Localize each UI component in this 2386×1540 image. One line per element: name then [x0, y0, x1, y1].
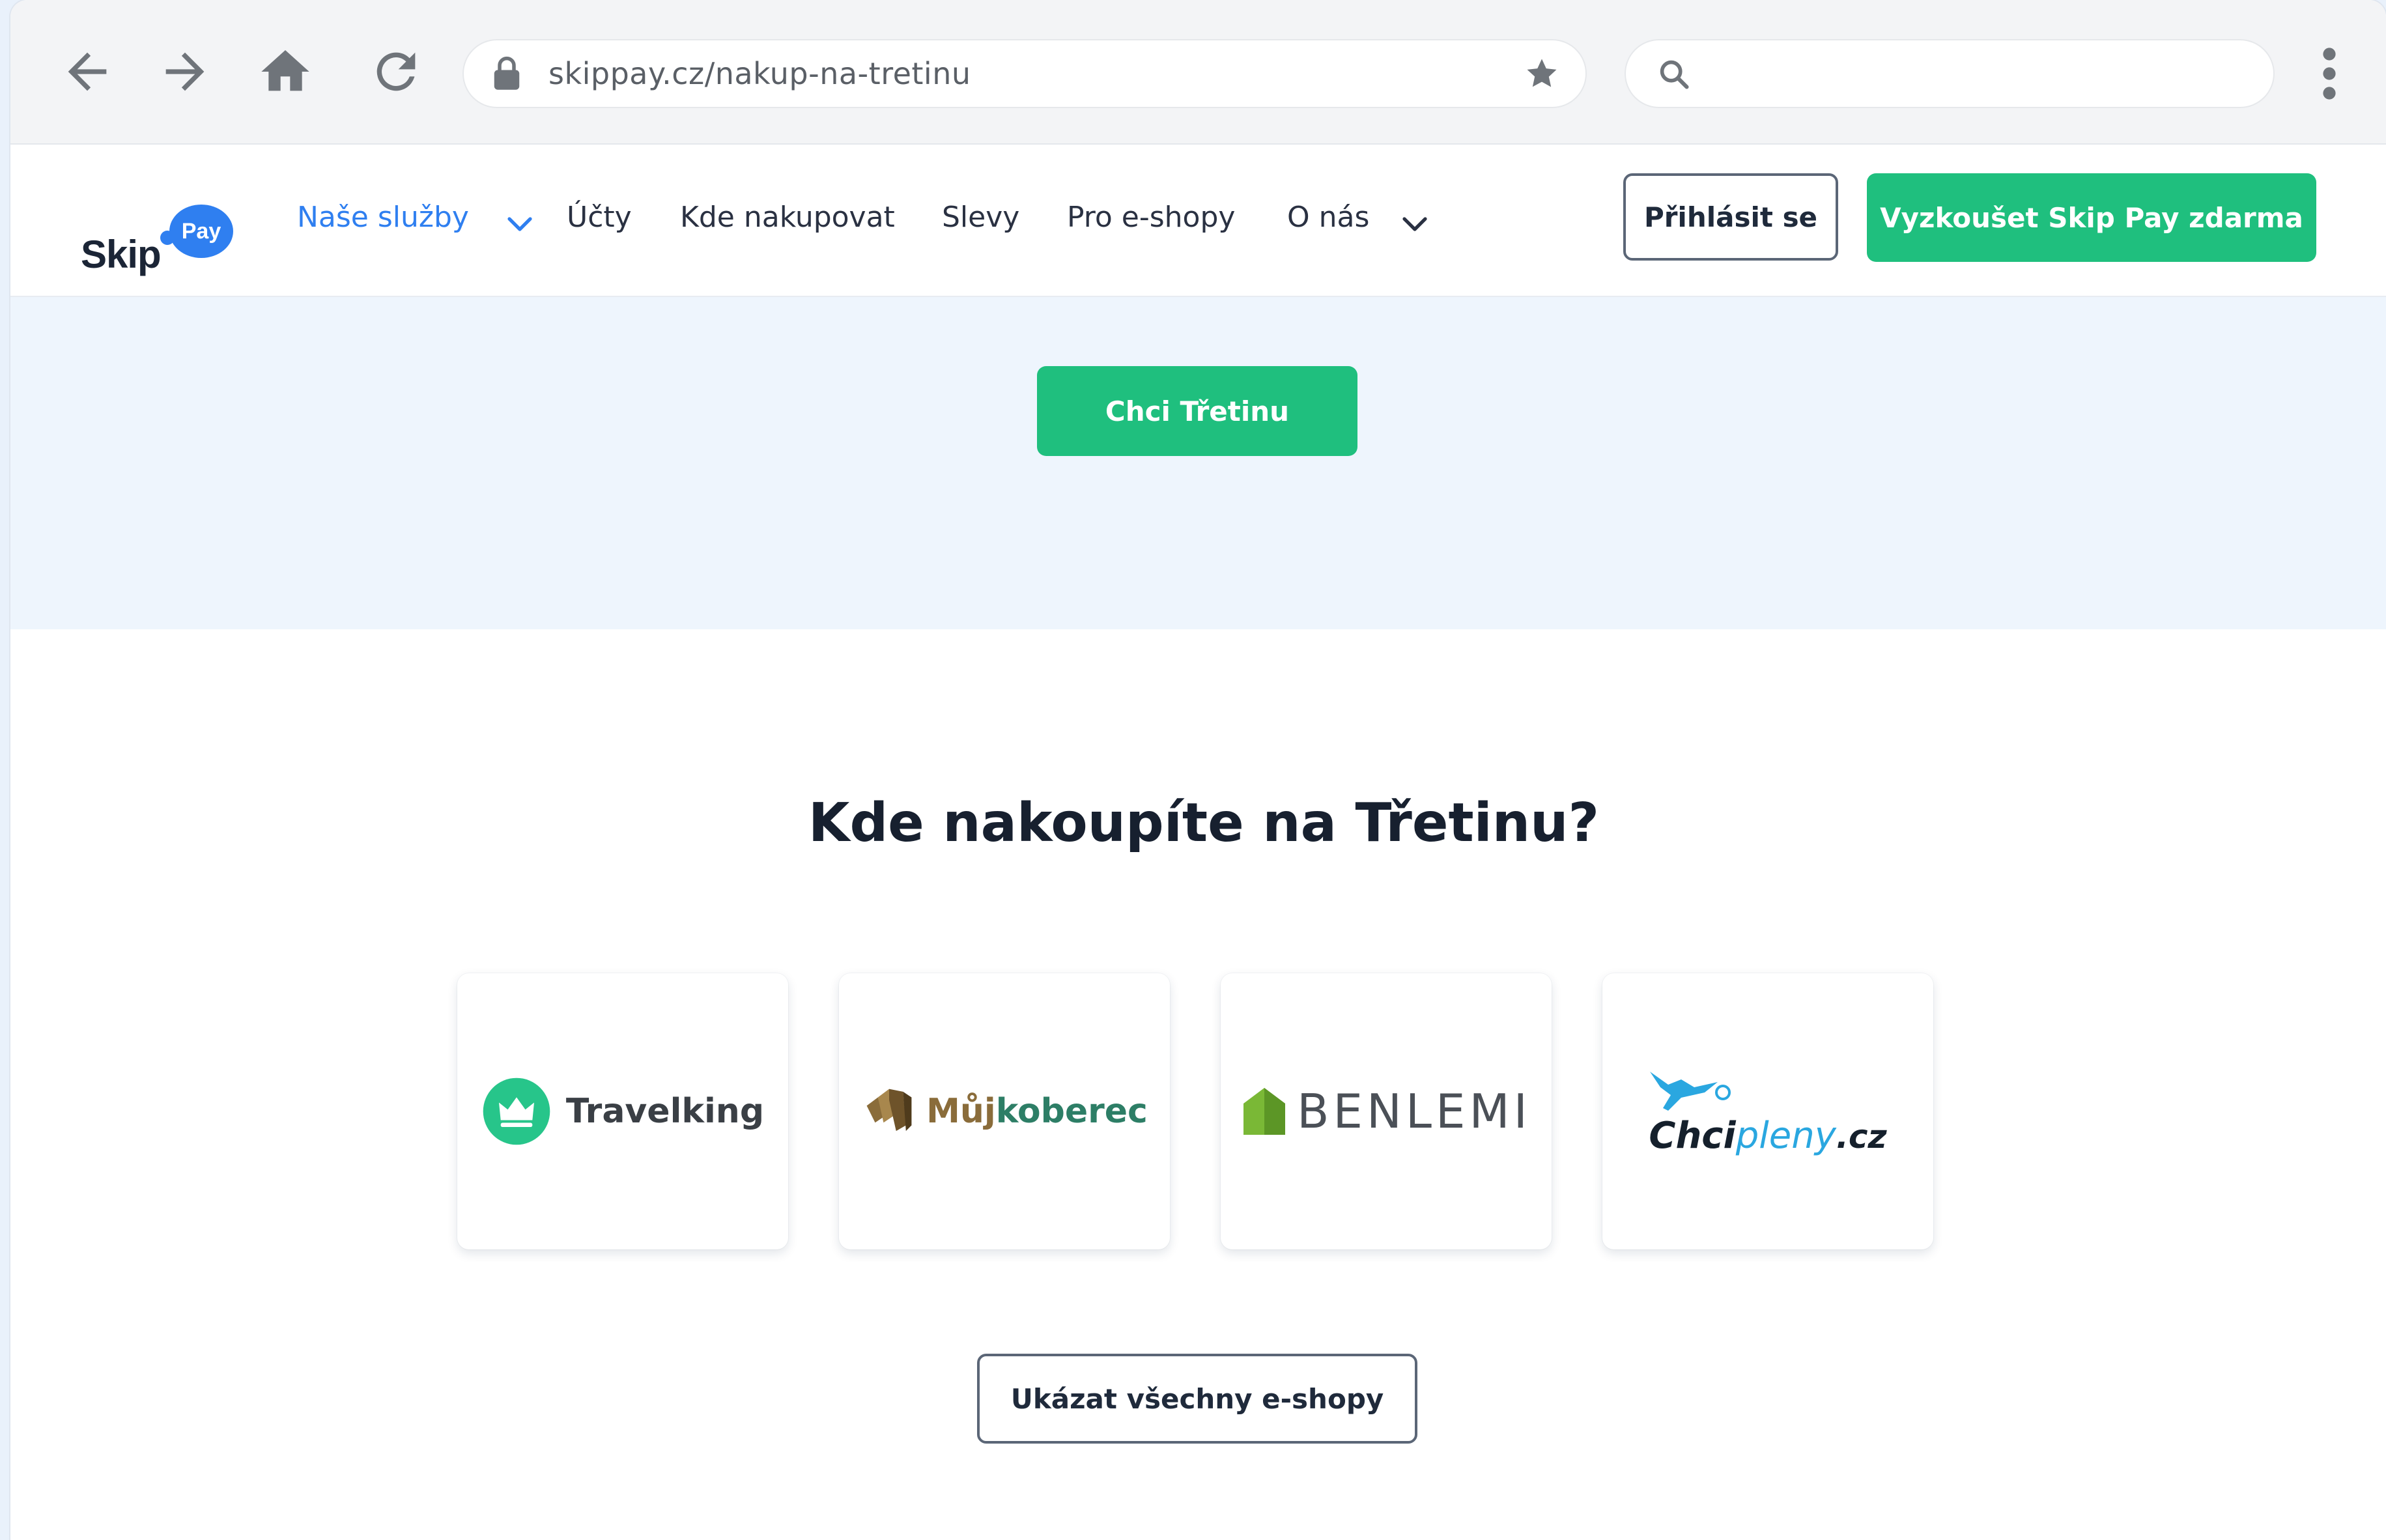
arrow-right-icon [165, 52, 205, 91]
back-button[interactable] [55, 39, 120, 104]
shop-logo: Můj koberec [839, 973, 1170, 1249]
house-icon [1243, 1088, 1286, 1135]
shop-name-part1: Můj [926, 1092, 996, 1131]
search-icon [1660, 60, 1689, 89]
try-free-button[interactable]: Vyzkoušet Skip Pay zdarma [1867, 173, 2316, 262]
arrow-left-icon [68, 52, 107, 91]
site-header: Skip Pay Naše služby Účty Kde nakupovat … [10, 145, 2386, 297]
logo-pay-badge: Pay [169, 205, 233, 258]
nav-item-discounts[interactable]: Slevy [942, 201, 1019, 234]
shop-name-row: Chcipleny.cz [1649, 1115, 1886, 1157]
chevron-down-icon[interactable] [504, 208, 535, 240]
hero-section: Chci Třetinu [10, 297, 2386, 629]
shop-name-part2: pleny [1735, 1114, 1836, 1157]
shop-name-part3: .cz [1836, 1117, 1887, 1156]
shop-card-chcipleny[interactable]: Chcipleny.cz [1602, 973, 1933, 1249]
logo-skip-text: Skip [81, 233, 162, 276]
shop-logo: Travelking [457, 973, 788, 1249]
shop-logo: Chcipleny.cz [1602, 973, 1933, 1249]
stork-icon [1650, 1071, 1731, 1111]
nav-item-services[interactable]: Naše služby [297, 201, 469, 234]
nav-item-accounts[interactable]: Účty [567, 201, 632, 234]
reload-button[interactable] [363, 39, 429, 104]
shop-name-part1: Chci [1649, 1114, 1736, 1157]
address-bar[interactable]: skippay.cz/nakup-na-tretinu [464, 40, 1585, 107]
shop-card-travelking[interactable]: Travelking [457, 973, 788, 1249]
shop-card-mujkoberec[interactable]: Můj koberec [839, 973, 1170, 1249]
url-text: skippay.cz/nakup-na-tretinu [548, 56, 971, 91]
home-button[interactable] [253, 39, 318, 104]
home-icon [261, 50, 309, 91]
nav-item-where-to-shop[interactable]: Kde nakupovat [680, 201, 895, 234]
crown-icon [483, 1077, 550, 1145]
shops-section: Kde nakoupíte na Třetinu? Travelking Můj… [10, 629, 2386, 1540]
reload-icon [376, 52, 416, 91]
want-third-button[interactable]: Chci Třetinu [1037, 366, 1357, 456]
login-button[interactable]: Přihlásit se [1623, 173, 1838, 261]
browser-toolbar: skippay.cz/nakup-na-tretinu [10, 0, 2386, 145]
nav-item-for-eshops[interactable]: Pro e-shopy [1067, 201, 1235, 234]
browser-search-field[interactable] [1626, 40, 2273, 107]
forward-button[interactable] [152, 39, 218, 104]
shop-name-part2: koberec [995, 1092, 1148, 1131]
carpet-roll-icon [866, 1089, 912, 1132]
browser-window: skippay.cz/nakup-na-tretinu Skip Pay Naš… [10, 0, 2386, 1540]
skippay-logo[interactable]: Skip Pay [73, 185, 233, 276]
show-all-eshops-button[interactable]: Ukázat všechny e-shopy [977, 1354, 1417, 1444]
shop-name: Travelking [565, 1092, 765, 1131]
shop-name: BENLEMI [1297, 1084, 1531, 1139]
shop-logo: BENLEMI [1221, 973, 1552, 1249]
shop-card-benlemi[interactable]: BENLEMI [1221, 973, 1552, 1249]
more-menu-icon[interactable] [2310, 44, 2349, 103]
nav-item-about[interactable]: O nás [1287, 201, 1369, 234]
lock-icon [494, 56, 520, 90]
section-title: Kde nakoupíte na Třetinu? [808, 792, 1600, 854]
bookmark-star-icon[interactable] [1524, 56, 1559, 91]
chevron-down-icon[interactable] [1399, 208, 1430, 240]
